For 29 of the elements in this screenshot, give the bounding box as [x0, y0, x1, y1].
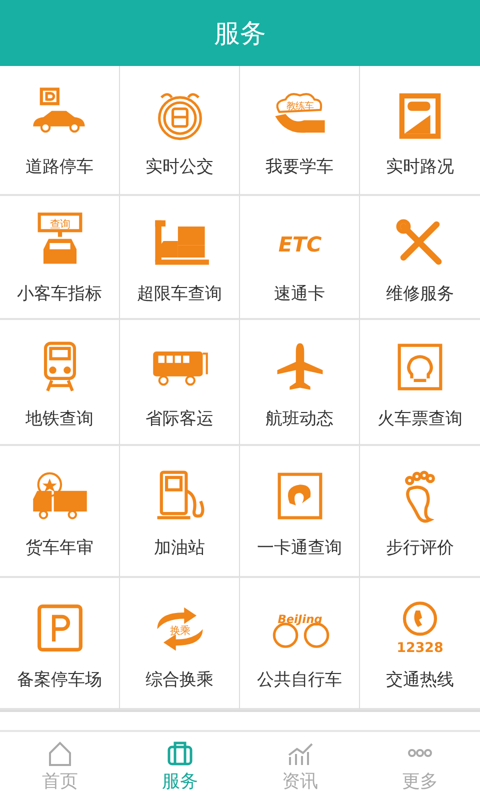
service-tile[interactable]: 地铁查询 — [0, 320, 120, 446]
service-tile[interactable]: 换乘 综合换乘 — [120, 578, 240, 710]
page-title: 服务 — [214, 18, 266, 50]
service-tile[interactable]: 省际客运 — [120, 320, 240, 446]
service-tile[interactable]: 货车年审 — [0, 446, 120, 578]
car-sign-icon — [37, 212, 82, 264]
service-tile[interactable]: 备案停车场 — [0, 578, 120, 710]
home-icon — [46, 739, 74, 767]
service-tile[interactable]: 道路停车 — [0, 66, 120, 196]
icon-text: 12328 — [396, 640, 444, 656]
icon-text: ETC — [278, 232, 322, 256]
service-tile[interactable]: 教练车 我要学车 — [240, 66, 360, 196]
service-tile[interactable]: BeiJing 公共自行车 — [240, 578, 360, 710]
service-tile[interactable]: 查询 小客车指标 — [0, 196, 120, 320]
transfer-arrows-icon — [156, 606, 202, 650]
service-tile[interactable]: 航班动态 — [240, 320, 360, 446]
briefcase-icon — [166, 739, 194, 767]
phone-hotline-icon — [402, 601, 438, 636]
hand-cloud-icon — [274, 92, 324, 132]
more-dots-icon — [408, 748, 432, 758]
service-tile[interactable]: 一卡通查询 — [240, 446, 360, 578]
service-tile[interactable]: 超限车查询 — [120, 196, 240, 320]
icon-text: 查询 — [50, 218, 70, 230]
service-tile[interactable]: ETC 速通卡 — [240, 196, 360, 320]
icon-text: 教练车 — [286, 100, 313, 112]
service-tile[interactable]: 加油站 — [120, 446, 240, 578]
icon-text: 换乘 — [170, 624, 190, 637]
service-tile[interactable]: 实时公交 — [120, 66, 240, 196]
icon-text: BeiJing — [277, 611, 322, 626]
